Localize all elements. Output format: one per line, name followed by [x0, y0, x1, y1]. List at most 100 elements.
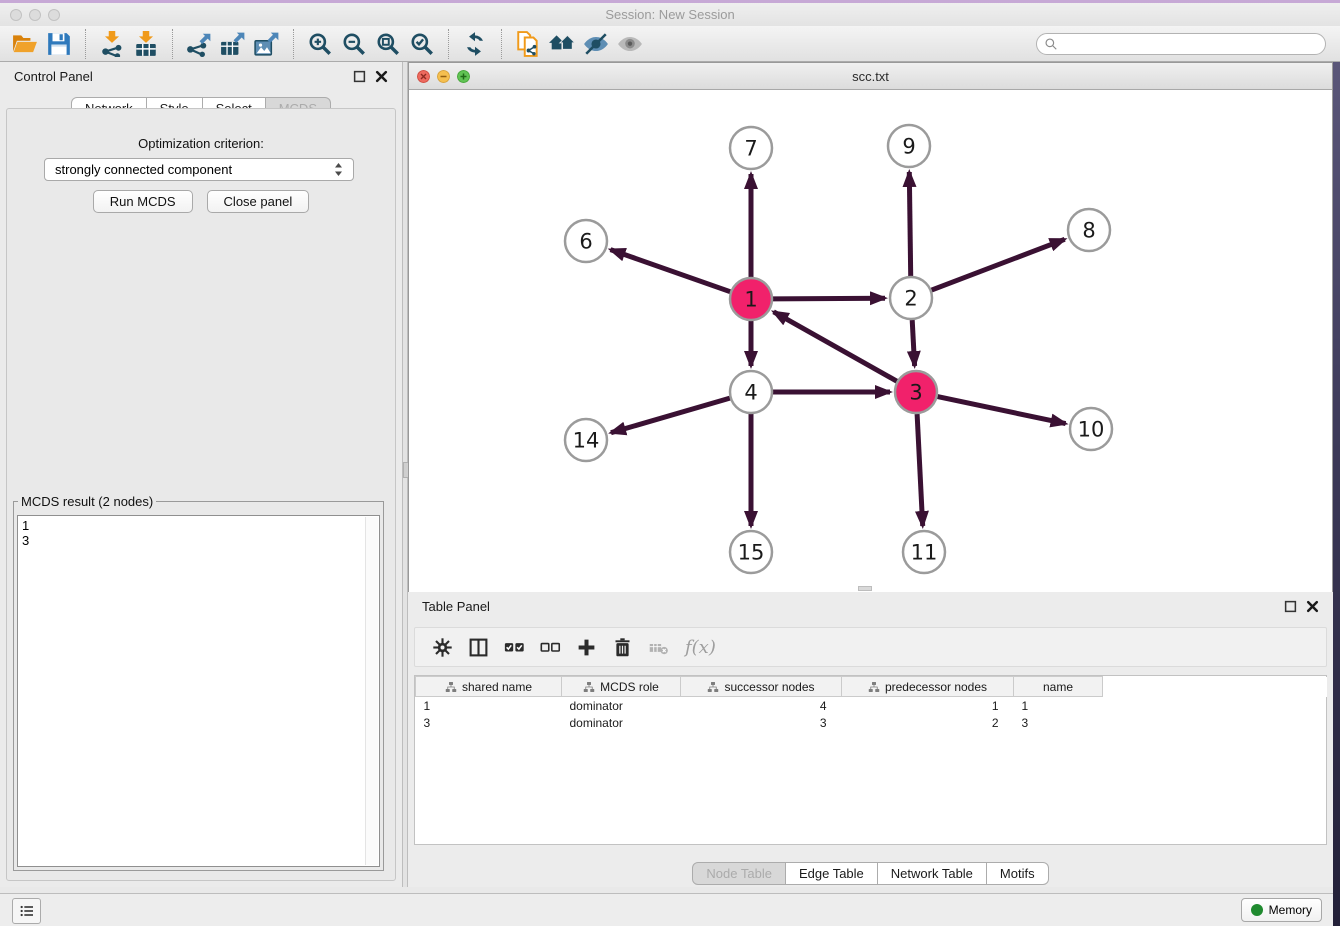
open-file-icon[interactable] — [8, 29, 42, 59]
table-row[interactable]: 3dominator323 — [416, 714, 1328, 731]
run-mcds-button[interactable]: Run MCDS — [93, 190, 193, 213]
node-14[interactable]: 14 — [565, 419, 607, 461]
close-panel-icon[interactable] — [375, 70, 388, 83]
export-image-icon[interactable] — [250, 29, 284, 59]
table-cell[interactable]: 4 — [681, 697, 842, 715]
deselect-all-checkboxes-icon[interactable] — [535, 633, 565, 661]
node-9[interactable]: 9 — [888, 125, 930, 167]
node-table: shared nameMCDS rolesuccessor nodesprede… — [414, 675, 1327, 845]
add-icon[interactable] — [571, 633, 601, 661]
table-cell[interactable]: 1 — [1014, 697, 1103, 715]
app-titlebar: Session: New Session — [0, 3, 1340, 26]
table-cell[interactable]: 3 — [1014, 714, 1103, 731]
table-cell[interactable]: 1 — [842, 697, 1014, 715]
memory-button[interactable]: Memory — [1241, 898, 1322, 922]
columns-icon[interactable] — [463, 633, 493, 661]
edge-4-14[interactable] — [611, 398, 730, 433]
memory-label: Memory — [1269, 903, 1312, 917]
export-network-icon[interactable] — [182, 29, 216, 59]
first-neighbors-icon[interactable] — [545, 29, 579, 59]
column-header-name[interactable]: name — [1014, 677, 1103, 697]
node-10[interactable]: 10 — [1070, 408, 1112, 450]
node-4[interactable]: 4 — [730, 371, 772, 413]
app-traffic-lights — [10, 9, 60, 21]
function-builder-icon[interactable]: f(x) — [685, 637, 716, 658]
column-header-MCDS-role[interactable]: MCDS role — [562, 677, 681, 697]
node-7[interactable]: 7 — [730, 127, 772, 169]
network-zoom-button[interactable] — [457, 70, 470, 83]
node-3[interactable]: 3 — [895, 371, 937, 413]
table-cell[interactable]: 3 — [681, 714, 842, 731]
app-title: Session: New Session — [605, 7, 734, 22]
svg-text:9: 9 — [902, 134, 915, 158]
table-cell[interactable]: dominator — [562, 714, 681, 731]
table-tab-node-table[interactable]: Node Table — [692, 862, 786, 885]
trash-icon[interactable] — [607, 633, 637, 661]
save-session-icon[interactable] — [42, 29, 76, 59]
network-minimize-button[interactable] — [437, 70, 450, 83]
svg-text:8: 8 — [1082, 218, 1095, 242]
import-network-icon[interactable] — [95, 29, 129, 59]
table-tab-network-table[interactable]: Network Table — [878, 862, 987, 885]
column-header-predecessor-nodes[interactable]: predecessor nodes — [842, 677, 1014, 697]
hide-selected-icon[interactable] — [579, 29, 613, 59]
new-network-from-selection-icon[interactable] — [511, 29, 545, 59]
float-table-panel-icon[interactable] — [1284, 600, 1297, 613]
zoom-out-icon[interactable] — [337, 29, 371, 59]
edge-3-1[interactable] — [774, 312, 897, 381]
close-panel-button[interactable]: Close panel — [207, 190, 310, 213]
column-header-shared-name[interactable]: shared name — [416, 677, 562, 697]
table-panel-title: Table Panel — [422, 599, 490, 614]
table-cell[interactable]: 3 — [416, 714, 562, 731]
refresh-icon[interactable] — [458, 29, 492, 59]
close-table-panel-icon[interactable] — [1306, 600, 1319, 613]
table-row[interactable]: 1dominator411 — [416, 697, 1328, 715]
gear-icon[interactable] — [427, 633, 457, 661]
node-11[interactable]: 11 — [903, 531, 945, 573]
criterion-select[interactable]: strongly connected component — [44, 158, 354, 181]
svg-text:15: 15 — [738, 540, 765, 564]
select-all-checkboxes-icon[interactable] — [499, 633, 529, 661]
edge-1-6[interactable] — [611, 250, 731, 292]
task-history-button[interactable] — [12, 898, 41, 924]
search-input[interactable] — [1063, 36, 1318, 53]
zoom-selected-icon[interactable] — [405, 29, 439, 59]
node-15[interactable]: 15 — [730, 531, 772, 573]
criterion-value: strongly connected component — [55, 162, 232, 177]
network-graph[interactable]: 7 9 6 8 1 2 4 3 14 10 15 11 — [409, 90, 1332, 592]
table-tab-motifs[interactable]: Motifs — [987, 862, 1049, 885]
status-bar: Memory — [0, 893, 1340, 926]
table-tab-edge-table[interactable]: Edge Table — [786, 862, 878, 885]
node-8[interactable]: 8 — [1068, 209, 1110, 251]
zoom-fit-icon[interactable] — [371, 29, 405, 59]
edge-3-10[interactable] — [938, 397, 1066, 424]
desktop-background-strip — [1333, 62, 1340, 926]
column-header-successor-nodes[interactable]: successor nodes — [681, 677, 842, 697]
edge-2-3[interactable] — [912, 320, 914, 366]
table-cell[interactable]: dominator — [562, 697, 681, 715]
result-scrollbar[interactable] — [365, 517, 378, 865]
edge-2-8[interactable] — [932, 239, 1065, 290]
node-6[interactable]: 6 — [565, 220, 607, 262]
edge-2-9[interactable] — [909, 172, 910, 276]
edge-1-2[interactable] — [773, 298, 885, 299]
zoom-window-button[interactable] — [48, 9, 60, 21]
node-1[interactable]: 1 — [730, 278, 772, 320]
canvas-resize-grip[interactable] — [858, 586, 872, 591]
delete-column-icon[interactable] — [643, 633, 673, 661]
network-close-button[interactable] — [417, 70, 430, 83]
float-panel-icon[interactable] — [353, 70, 366, 83]
export-table-icon[interactable] — [216, 29, 250, 59]
close-window-button[interactable] — [10, 9, 22, 21]
node-2[interactable]: 2 — [890, 277, 932, 319]
show-all-icon[interactable] — [613, 29, 647, 59]
minimize-window-button[interactable] — [29, 9, 41, 21]
zoom-in-icon[interactable] — [303, 29, 337, 59]
table-cell[interactable]: 2 — [842, 714, 1014, 731]
table-cell[interactable]: 1 — [416, 697, 562, 715]
svg-text:1: 1 — [744, 287, 757, 311]
edge-3-11[interactable] — [917, 414, 923, 526]
import-table-icon[interactable] — [129, 29, 163, 59]
mcds-result-text[interactable]: 1 3 — [17, 515, 380, 867]
svg-text:10: 10 — [1078, 417, 1105, 441]
